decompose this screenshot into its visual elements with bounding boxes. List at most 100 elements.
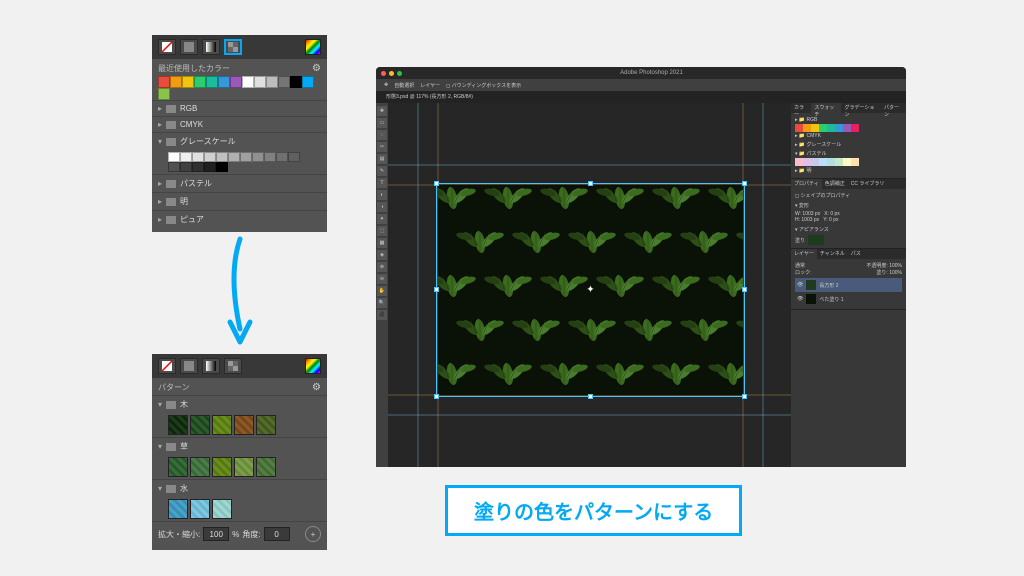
pattern-group[interactable]: ▾木 xyxy=(152,395,327,413)
swatch-tabs[interactable]: カラースウォッチグラデーションパターン xyxy=(791,103,906,113)
tool-button[interactable]: ⊕ xyxy=(377,262,387,272)
layer-row[interactable]: 👁 長方形 2 xyxy=(795,278,902,292)
swatch[interactable] xyxy=(158,88,170,100)
pattern-thumb[interactable] xyxy=(168,499,188,519)
add-pattern-button[interactable]: + xyxy=(305,526,321,542)
arrow-down-icon xyxy=(220,234,260,354)
pattern-thumb[interactable] xyxy=(256,415,276,435)
traffic-lights[interactable] xyxy=(381,71,402,76)
no-fill-button[interactable] xyxy=(158,358,176,374)
tool-button[interactable]: ▦ xyxy=(377,238,387,248)
panel-tab[interactable]: CC ライブラリ xyxy=(848,179,888,189)
pattern-label: パターン ⚙ xyxy=(152,378,327,395)
pattern-thumb[interactable] xyxy=(234,457,254,477)
gradient-fill-button[interactable] xyxy=(202,39,220,55)
swatch[interactable] xyxy=(278,76,290,88)
panel-tab[interactable]: チャンネル xyxy=(817,249,848,259)
pattern-thumb[interactable] xyxy=(168,457,188,477)
tool-button[interactable]: ✥ xyxy=(377,106,387,116)
tool-button[interactable]: ⊖ xyxy=(377,274,387,284)
swatch[interactable] xyxy=(302,76,314,88)
pattern-fill-button[interactable] xyxy=(224,358,242,374)
tool-button[interactable]: ✂ xyxy=(377,142,387,152)
pattern-fill-button[interactable] xyxy=(224,39,242,55)
layer-row[interactable]: 👁 べた塗り 1 xyxy=(795,292,902,306)
tool-button[interactable]: ⬚ xyxy=(377,226,387,236)
swatch-group[interactable]: ▸パステル xyxy=(152,174,327,192)
color-picker-button[interactable] xyxy=(305,39,321,55)
tool-button[interactable]: ✋ xyxy=(377,286,387,296)
layers-tabs[interactable]: レイヤーチャンネルパス xyxy=(791,249,906,259)
pattern-thumb[interactable] xyxy=(168,415,188,435)
pattern-thumb[interactable] xyxy=(212,499,232,519)
option-item[interactable]: ◻ バウンディングボックスを表示 xyxy=(446,82,521,89)
app-title: Adobe Photoshop 2021 xyxy=(620,70,683,76)
callout-box: 塗りの色をパターンにする xyxy=(445,485,742,536)
tool-button[interactable]: ⬛ xyxy=(377,310,387,320)
option-item[interactable]: 自動選択 xyxy=(394,82,414,89)
panel-tab[interactable]: プロパティ xyxy=(791,179,822,189)
panel-tab[interactable]: スウォッチ xyxy=(811,103,841,113)
panel-tab[interactable]: レイヤー xyxy=(791,249,817,259)
recent-colors-label: 最近使用したカラー ⚙ xyxy=(152,59,327,76)
properties-tabs[interactable]: プロパティ色調補正CC ライブラリ xyxy=(791,179,906,189)
tool-button[interactable]: ◐ xyxy=(377,190,387,200)
pattern-group[interactable]: ▾水 xyxy=(152,479,327,497)
tool-button[interactable]: ◑ xyxy=(377,202,387,212)
tool-button[interactable]: ✦ xyxy=(377,214,387,224)
tool-button[interactable]: ▭ xyxy=(377,118,387,128)
window-titlebar: Adobe Photoshop 2021 xyxy=(376,67,906,79)
fill-type-row xyxy=(152,35,327,59)
canvas-area[interactable]: ✦ xyxy=(388,103,791,467)
panel-tab[interactable]: 色調補正 xyxy=(822,179,848,189)
solid-fill-button[interactable] xyxy=(180,358,198,374)
pattern-thumb[interactable] xyxy=(256,457,276,477)
color-picker-button[interactable] xyxy=(305,358,321,374)
swatch[interactable] xyxy=(266,76,278,88)
panel-tab[interactable]: パターン xyxy=(881,103,906,113)
swatch[interactable] xyxy=(242,76,254,88)
gradient-fill-button[interactable] xyxy=(202,358,220,374)
pattern-thumb[interactable] xyxy=(212,415,232,435)
swatch[interactable] xyxy=(290,76,302,88)
swatch[interactable] xyxy=(182,76,194,88)
swatch-group[interactable]: ▸明 xyxy=(152,192,327,210)
scale-input[interactable] xyxy=(203,527,229,541)
swatch[interactable] xyxy=(230,76,242,88)
gear-icon[interactable]: ⚙ xyxy=(312,382,321,393)
swatch[interactable] xyxy=(206,76,218,88)
tool-button[interactable]: ▤ xyxy=(377,154,387,164)
swatch[interactable] xyxy=(170,76,182,88)
swatch[interactable] xyxy=(194,76,206,88)
pattern-group[interactable]: ▾草 xyxy=(152,437,327,455)
swatch[interactable] xyxy=(218,76,230,88)
tool-button[interactable]: T xyxy=(377,178,387,188)
option-item[interactable]: レイヤー xyxy=(420,82,440,89)
swatch[interactable] xyxy=(158,76,170,88)
tool-button[interactable]: ◌ xyxy=(377,130,387,140)
pattern-thumb[interactable] xyxy=(190,457,210,477)
document-tab[interactable]: 形態3.psd @ 117% (長方形 2, RGB/8#) xyxy=(376,91,906,103)
tool-button[interactable]: 🔍 xyxy=(377,298,387,308)
gear-icon[interactable]: ⚙ xyxy=(312,63,321,74)
swatch[interactable] xyxy=(254,76,266,88)
solid-fill-button[interactable] xyxy=(180,39,198,55)
swatch-group[interactable]: ▸ピュア xyxy=(152,210,327,228)
panel-tab[interactable]: カラー xyxy=(791,103,811,113)
pattern-thumb[interactable] xyxy=(190,415,210,435)
tool-button[interactable]: ✎ xyxy=(377,166,387,176)
swatch-group[interactable]: ▸RGB xyxy=(152,100,327,116)
panel-tab[interactable]: グラデーション xyxy=(841,103,881,113)
no-fill-button[interactable] xyxy=(158,39,176,55)
panel-tab[interactable]: パス xyxy=(848,249,864,259)
pattern-thumb[interactable] xyxy=(190,499,210,519)
swatch-group[interactable]: ▸CMYK xyxy=(152,116,327,132)
angle-input[interactable] xyxy=(264,527,290,541)
selection-bounds[interactable]: ✦ xyxy=(436,183,745,397)
tool-button[interactable]: ◈ xyxy=(377,250,387,260)
swatch-panel: 最近使用したカラー ⚙ ▸RGB▸CMYK▾グレースケール ▸パステル▸明▸ピュア xyxy=(152,35,327,232)
options-bar: ✥ 自動選択レイヤー◻ バウンディングボックスを表示 xyxy=(376,79,906,91)
pattern-thumb[interactable] xyxy=(212,457,232,477)
pattern-thumb[interactable] xyxy=(234,415,254,435)
swatch-group[interactable]: ▾グレースケール xyxy=(152,132,327,150)
